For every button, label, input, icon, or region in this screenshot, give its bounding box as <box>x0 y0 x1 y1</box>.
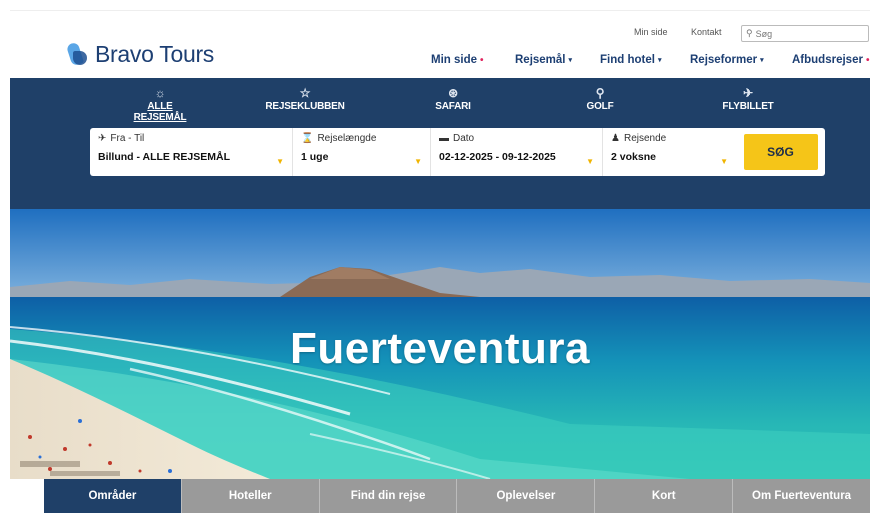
nav-label: Find hotel <box>600 54 655 66</box>
from-to-label: Fra - Til <box>110 133 145 144</box>
notification-dot-icon: • <box>480 54 484 66</box>
golf-icon: ⚲ <box>595 86 605 100</box>
category-label: FLYBILLET <box>722 101 774 112</box>
tab-hoteller[interactable]: Hoteller <box>181 479 320 513</box>
nav-item-rejseformer[interactable]: Rejseformer ▾ <box>690 54 764 66</box>
category-flybillet[interactable]: ✈ FLYBILLET <box>717 86 779 113</box>
category-label: SAFARI <box>435 101 471 112</box>
from-to-select[interactable]: ✈ Fra - Til Billund - ALLE REJSEMÅL ▼ <box>90 128 293 176</box>
nav-item-find-hotel[interactable]: Find hotel ▾ <box>600 54 661 66</box>
search-form: ✈ Fra - Til Billund - ALLE REJSEMÅL ▼ ⌛ Re… <box>90 128 825 176</box>
util-link-kontakt[interactable]: Kontakt <box>691 27 722 37</box>
hero-banner: Fuerteventura <box>10 209 870 479</box>
nav-item-afbudsrejser[interactable]: Afbudsrejser • <box>792 54 869 66</box>
notification-dot-icon: • <box>865 54 870 66</box>
nav-item-rejsemal[interactable]: Rejsemål ▾ <box>515 54 572 66</box>
nav-label: Rejseformer <box>690 54 758 66</box>
from-to-value: Billund - ALLE REJSEMÅL <box>98 151 231 163</box>
travellers-select[interactable]: ♟ Rejsende 2 voksne ▼ <box>603 128 736 176</box>
category-alle-rejsemal[interactable]: ☼ ALLE REJSEMÅL <box>120 86 200 124</box>
tab-omrader[interactable]: Områder <box>44 479 182 513</box>
nav-label: Min side <box>431 54 478 66</box>
travellers-label: Rejsende <box>623 133 667 144</box>
date-value: 02-12-2025 - 09-12-2025 <box>439 151 556 163</box>
logo-mark-icon <box>65 41 89 67</box>
star-icon: ☆ <box>299 86 311 100</box>
hourglass-icon: ⌛ <box>301 133 314 144</box>
submit-wrap: SØG <box>736 128 825 176</box>
category-safari[interactable]: ⊛ SAFARI <box>423 86 483 113</box>
tab-find-din-rejse[interactable]: Find din rejse <box>319 479 458 513</box>
hero-title: Fuerteventura <box>290 324 590 373</box>
globe-icon: ☼ <box>154 86 166 100</box>
people-icon: ♟ <box>611 133 620 144</box>
duration-select[interactable]: ⌛ Rejselængde 1 uge ▼ <box>293 128 431 176</box>
safari-icon: ⊛ <box>448 86 458 100</box>
destination-tabs: Områder Hoteller Find din rejse Oplevels… <box>44 479 870 513</box>
duration-label: Rejselængde <box>317 133 377 144</box>
logo-text: Bravo Tours <box>95 41 214 67</box>
date-select[interactable]: ▬ Dato 02-12-2025 - 09-12-2025 ▼ <box>431 128 603 176</box>
page: Bravo Tours Min side Kontakt ⚲ Søg Min s… <box>0 0 870 513</box>
nav-item-min-side[interactable]: Min side • <box>431 54 484 66</box>
search-band: ☼ ALLE REJSEMÅL ☆ REJSEKLUBBEN ⊛ SAFARI … <box>10 78 870 209</box>
travellers-value: 2 voksne <box>611 151 656 163</box>
chevron-down-icon: ▾ <box>657 57 662 64</box>
chevron-down-icon: ▼ <box>720 157 728 166</box>
tab-kort[interactable]: Kort <box>595 479 734 513</box>
chevron-down-icon: ▼ <box>276 157 284 166</box>
category-label: GOLF <box>586 101 614 112</box>
plane-icon: ✈ <box>743 86 753 100</box>
category-rejseklubben[interactable]: ☆ REJSEKLUBBEN <box>265 86 345 113</box>
category-label: ALLE REJSEMÅL <box>133 101 187 123</box>
search-icon: ⚲ <box>746 28 753 38</box>
site-header: Bravo Tours Min side Kontakt ⚲ Søg Min s… <box>10 10 870 78</box>
category-golf[interactable]: ⚲ GOLF <box>575 86 625 113</box>
chevron-down-icon: ▾ <box>760 57 764 64</box>
tab-oplevelser[interactable]: Oplevelser <box>457 479 596 513</box>
search-placeholder: Søg <box>755 28 773 39</box>
search-submit-button[interactable]: SØG <box>743 134 818 170</box>
brand-logo[interactable]: Bravo Tours <box>65 41 214 68</box>
search-input[interactable]: ⚲ Søg <box>741 25 869 42</box>
util-link-min-side[interactable]: Min side <box>634 27 668 37</box>
calendar-icon: ▬ <box>439 133 449 144</box>
date-label: Dato <box>453 133 475 144</box>
chevron-down-icon: ▾ <box>568 57 573 64</box>
chevron-down-icon: ▼ <box>586 157 594 166</box>
category-label: REJSEKLUBBEN <box>265 101 345 112</box>
tab-om-fuerteventura[interactable]: Om Fuerteventura <box>733 479 870 513</box>
chevron-down-icon: ▼ <box>414 157 422 166</box>
nav-label: Rejsemål <box>515 54 566 66</box>
nav-label: Afbudsrejser <box>792 54 863 66</box>
plane-icon: ✈ <box>98 133 107 144</box>
duration-value: 1 uge <box>301 151 329 163</box>
